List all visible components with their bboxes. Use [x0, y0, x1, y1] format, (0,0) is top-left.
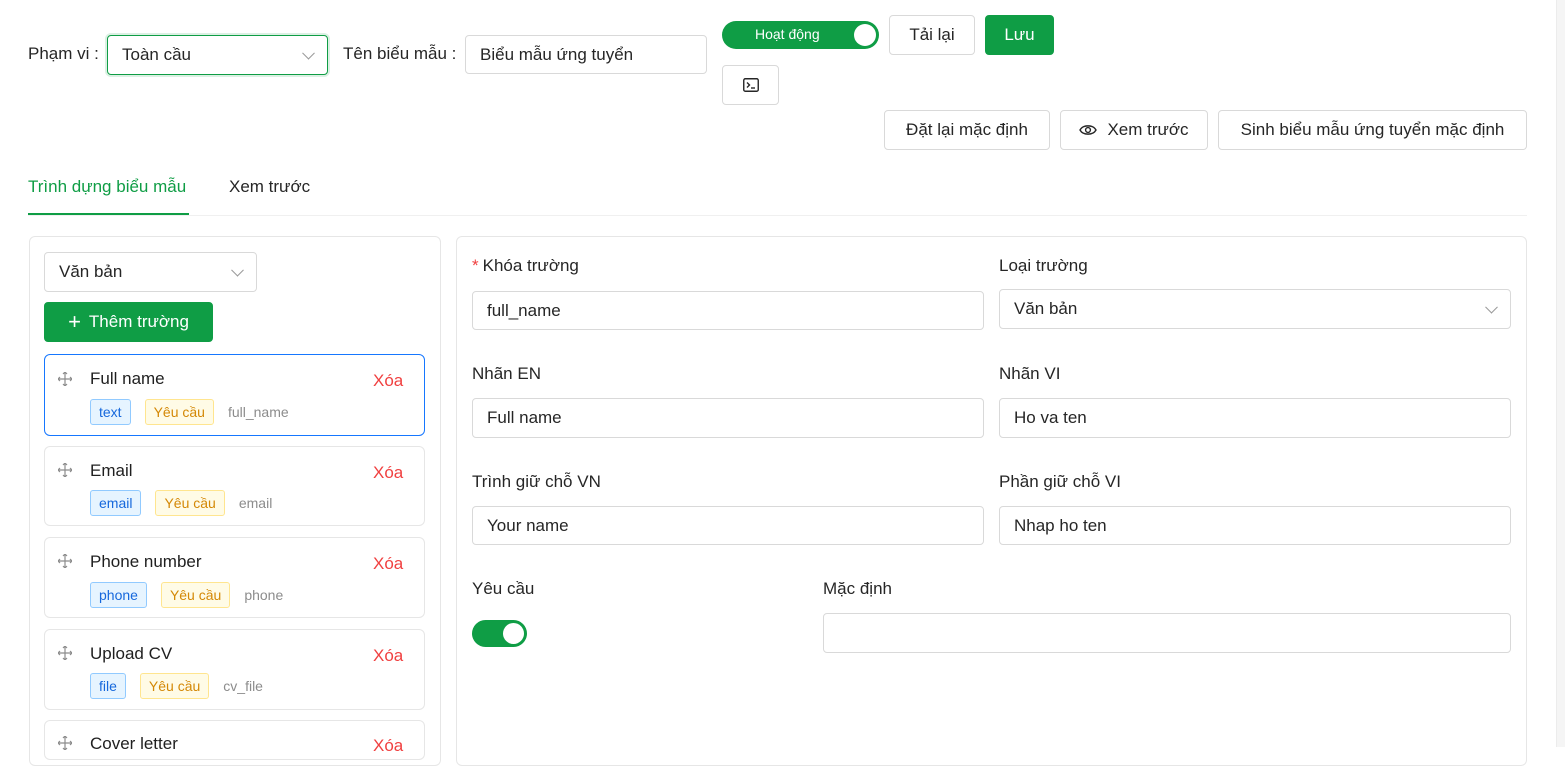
- tab-preview[interactable]: Xem trước: [229, 177, 310, 197]
- save-button-label: Lưu: [1004, 25, 1035, 44]
- field-card[interactable]: Full name Xóa text Yêu cầu full_name: [44, 354, 425, 436]
- default-value-input[interactable]: [823, 613, 1511, 653]
- label-vi-input[interactable]: Ho va ten: [999, 398, 1511, 438]
- scope-select[interactable]: Toàn cầu: [107, 35, 328, 75]
- preview-button[interactable]: Xem trước: [1060, 110, 1208, 150]
- tab-builder-label: Trình dựng biểu mẫu: [28, 177, 187, 196]
- field-key-text: email: [238, 495, 273, 511]
- form-name-value: Biểu mẫu ứng tuyển: [480, 44, 634, 64]
- label-en-input-value: Full name: [487, 408, 562, 427]
- terminal-button[interactable]: [722, 65, 779, 105]
- reset-default-label: Đặt lại mặc định: [906, 120, 1028, 139]
- field-key-text: full_name: [227, 404, 289, 420]
- generate-default-button[interactable]: Sinh biểu mẫu ứng tuyển mặc định: [1218, 110, 1527, 150]
- reload-button-label: Tải lại: [909, 25, 955, 44]
- field-type-tag: email: [90, 490, 142, 516]
- field-card-title: Full name: [90, 369, 165, 388]
- field-key-input[interactable]: full_name: [472, 291, 984, 330]
- preview-button-label: Xem trước: [1107, 120, 1189, 139]
- required-tag: Yêu cầu: [139, 673, 210, 699]
- scrollbar[interactable]: [1556, 0, 1565, 747]
- drag-handle-icon[interactable]: [58, 554, 72, 568]
- save-button[interactable]: Lưu: [985, 15, 1054, 55]
- drag-handle-icon[interactable]: [58, 736, 72, 750]
- required-tag: Yêu cầu: [160, 582, 231, 608]
- field-card-title: Email: [90, 461, 133, 480]
- field-type-label: Loại trường: [999, 256, 1088, 275]
- field-card-title: Upload CV: [90, 644, 173, 663]
- chevron-down-icon: [231, 263, 244, 277]
- placeholder-vi-input[interactable]: Nhap ho ten: [999, 506, 1511, 545]
- drag-handle-icon[interactable]: [58, 372, 72, 386]
- field-key-text: cv_file: [223, 678, 263, 694]
- field-type-tag: text: [90, 399, 131, 425]
- required-toggle[interactable]: [472, 620, 527, 647]
- field-type-select[interactable]: Văn bản: [44, 252, 257, 292]
- toggle-knob: [503, 623, 524, 644]
- drag-handle-icon[interactable]: [58, 463, 72, 477]
- reset-default-button[interactable]: Đặt lại mặc định: [884, 110, 1050, 150]
- form-name-label: Tên biểu mẫu :: [343, 44, 457, 63]
- active-toggle[interactable]: Hoạt động: [722, 21, 879, 49]
- field-type-select-value: Văn bản: [59, 262, 123, 281]
- terminal-icon: [742, 78, 759, 92]
- add-field-label: Thêm trường: [88, 312, 189, 331]
- field-key-text: phone: [244, 587, 284, 603]
- drag-handle-icon[interactable]: [58, 646, 72, 660]
- reload-button[interactable]: Tải lại: [889, 15, 975, 55]
- field-type-tag: file: [90, 673, 126, 699]
- label-en-label: Nhãn EN: [472, 364, 541, 383]
- required-asterisk: *: [472, 256, 479, 275]
- default-label: Mặc định: [823, 579, 892, 598]
- field-key-input-value: full_name: [487, 300, 561, 320]
- chevron-down-icon: [302, 46, 315, 60]
- placeholder-vn-label: Trình giữ chỗ VN: [472, 472, 601, 491]
- field-card-title: Cover letter: [90, 734, 178, 753]
- tabs-divider: [28, 215, 1527, 216]
- chevron-down-icon: [1485, 300, 1498, 314]
- field-key-label: * Khóa trường: [472, 256, 579, 275]
- scope-select-value: Toàn cầu: [122, 45, 191, 64]
- field-card-title: Phone number: [90, 552, 202, 571]
- field-card[interactable]: Email Xóa email Yêu cầu email: [44, 446, 425, 526]
- required-tag: Yêu cầu: [155, 490, 225, 516]
- required-label: Yêu cầu: [472, 579, 535, 598]
- field-card[interactable]: Phone number Xóa phone Yêu cầu phone: [44, 537, 425, 618]
- placeholder-vn-input[interactable]: Your name: [472, 506, 984, 545]
- field-type-dropdown[interactable]: Văn bản: [999, 289, 1511, 329]
- generate-default-label: Sinh biểu mẫu ứng tuyển mặc định: [1240, 120, 1505, 139]
- label-en-input[interactable]: Full name: [472, 398, 984, 438]
- label-vi-label: Nhãn VI: [999, 364, 1061, 383]
- delete-field-button[interactable]: Xóa: [373, 554, 403, 574]
- field-card[interactable]: Upload CV Xóa file Yêu cầu cv_file: [44, 629, 425, 710]
- plus-icon: +: [68, 309, 81, 334]
- delete-field-button[interactable]: Xóa: [373, 371, 403, 391]
- field-type-tag: phone: [90, 582, 147, 608]
- placeholder-vi-input-value: Nhap ho ten: [1014, 515, 1107, 535]
- active-toggle-label: Hoạt động: [755, 26, 820, 42]
- placeholder-vi-label: Phần giữ chỗ VI: [999, 472, 1121, 491]
- required-tag: Yêu cầu: [144, 399, 214, 425]
- tab-builder[interactable]: Trình dựng biểu mẫu: [28, 177, 186, 197]
- scope-label: Phạm vi :: [28, 44, 99, 63]
- delete-field-button[interactable]: Xóa: [373, 463, 403, 483]
- delete-field-button[interactable]: Xóa: [373, 736, 403, 756]
- tab-preview-label: Xem trước: [229, 177, 311, 196]
- field-card[interactable]: Cover letter Xóa: [44, 720, 425, 760]
- toggle-knob: [854, 24, 876, 46]
- form-name-input[interactable]: Biểu mẫu ứng tuyển: [465, 35, 707, 74]
- label-vi-input-value: Ho va ten: [1014, 408, 1087, 427]
- add-field-button[interactable]: + Thêm trường: [44, 302, 213, 342]
- field-type-dropdown-value: Văn bản: [1014, 299, 1078, 318]
- delete-field-button[interactable]: Xóa: [373, 646, 403, 666]
- eye-icon: [1079, 125, 1098, 135]
- placeholder-vn-input-value: Your name: [487, 515, 569, 535]
